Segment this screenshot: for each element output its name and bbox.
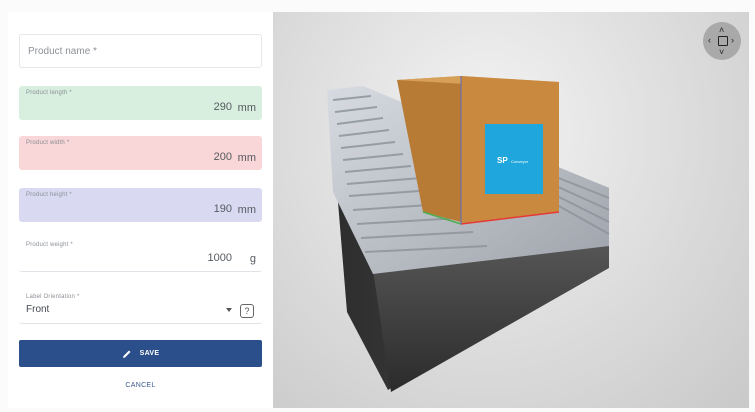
product-weight-label: Product weight * [26, 242, 73, 248]
product-height-label: Product height * [26, 192, 72, 198]
product-width-field[interactable]: Product width * 200 mm [19, 136, 262, 170]
product-weight-value: 1000 [207, 252, 232, 264]
3d-viewport[interactable]: SP Conveyor ˄ ˅ ‹ › [273, 12, 749, 408]
save-button-label: SAVE [139, 350, 160, 357]
dropdown-caret-icon[interactable] [226, 308, 232, 312]
label-orientation-value: Front [26, 304, 50, 315]
cancel-button[interactable]: CANCEL [19, 374, 262, 396]
camera-navigation-control[interactable]: ˄ ˅ ‹ › [703, 22, 741, 60]
product-length-label: Product length * [26, 90, 72, 96]
product-weight-unit: g [249, 253, 256, 265]
product-length-field[interactable]: Product length * 290 mm [19, 86, 262, 120]
pencil-icon [122, 350, 131, 358]
help-icon[interactable]: ? [240, 304, 254, 318]
product-height-value: 190 [213, 203, 232, 215]
nav-down-icon[interactable]: ˅ [719, 48, 724, 57]
conveyor-scene: SP Conveyor [327, 76, 610, 392]
product-length-value: 290 [213, 101, 232, 113]
product-width-label: Product width * [26, 140, 70, 146]
cancel-button-label: CANCEL [125, 381, 156, 389]
product-width-value: 200 [213, 151, 232, 163]
nav-up-icon[interactable]: ˄ [719, 26, 724, 35]
product-length-unit: mm [237, 102, 256, 114]
product-form-panel: Product name * Product length * 290 mm P… [8, 12, 273, 408]
product-height-field[interactable]: Product height * 190 mm [19, 188, 262, 222]
label-orientation-select[interactable]: Label Orientation * Front ? [19, 290, 262, 324]
product-weight-field[interactable]: Product weight * 1000 g [19, 238, 262, 272]
product-name-placeholder: Product name * [28, 46, 97, 57]
product-name-field[interactable]: Product name * [19, 34, 262, 68]
label-logo-text: SP [497, 156, 508, 165]
label-orientation-label: Label Orientation * [26, 294, 80, 300]
save-button[interactable]: SAVE [19, 340, 262, 367]
product-height-unit: mm [237, 204, 256, 216]
label-logo-subtext: Conveyor [511, 159, 529, 164]
product-width-unit: mm [237, 152, 256, 164]
reset-view-icon[interactable] [718, 36, 728, 46]
nav-left-icon[interactable]: ‹ [708, 36, 711, 45]
nav-right-icon[interactable]: › [731, 36, 734, 45]
